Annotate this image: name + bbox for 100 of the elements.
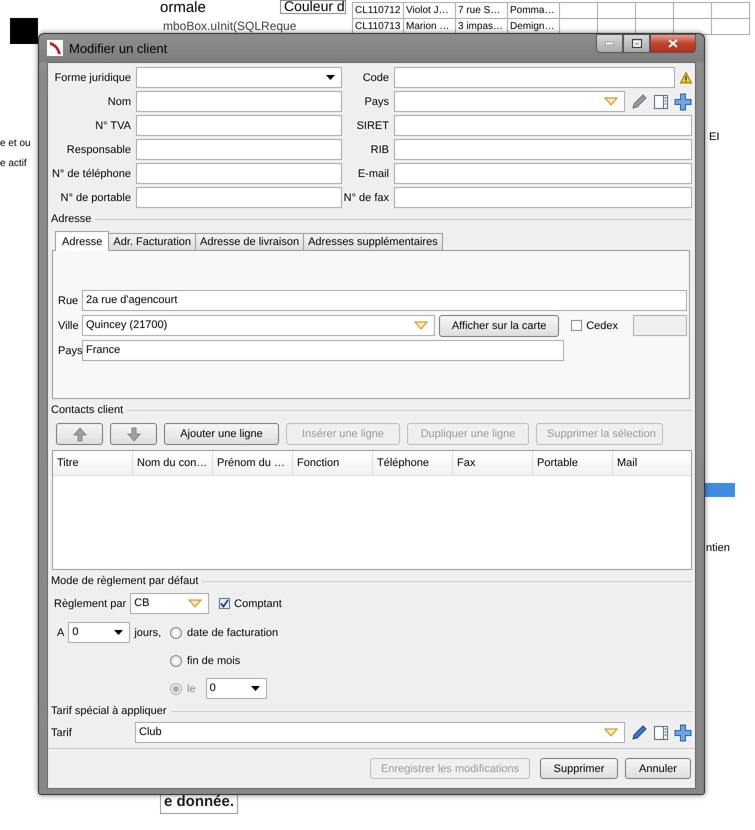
input-field[interactable] (394, 163, 692, 184)
table-cell: 7 rue S… (456, 3, 508, 18)
field-label: Pays (364, 96, 390, 108)
section-title: Mode de règlement par défaut (51, 575, 198, 587)
field-label: Règlement par (54, 598, 126, 610)
close-button[interactable] (650, 34, 696, 53)
radio-label: fin de mois (187, 654, 240, 666)
column-header[interactable]: Mail (613, 451, 691, 475)
dropdown-arrow-icon (604, 97, 618, 106)
table-cell: CL110712 (352, 3, 404, 18)
close-icon (668, 39, 678, 48)
map-button[interactable]: Afficher sur la carte (439, 314, 560, 336)
input-field[interactable] (394, 115, 692, 136)
field-label: N° de téléphone (51, 168, 132, 180)
move-down-button[interactable] (110, 423, 157, 445)
tab[interactable]: Adr. Facturation (108, 233, 196, 250)
column-header[interactable]: Téléphone (373, 451, 453, 475)
input-field[interactable] (136, 91, 342, 112)
tab[interactable]: Adresse de livraison (195, 233, 304, 250)
down-arrow-icon (126, 426, 140, 442)
input-field[interactable] (394, 187, 692, 208)
background-text: EI (709, 131, 720, 143)
dropdown-field[interactable]: CB (130, 593, 210, 614)
pencil-icon[interactable] (630, 724, 648, 742)
background-text: e et ou (0, 138, 32, 149)
dropdown-field[interactable]: 0 (206, 678, 267, 699)
plus-icon[interactable] (674, 92, 692, 110)
side-panel (10, 18, 38, 44)
checkbox-label: Comptant (234, 598, 282, 610)
column-header[interactable]: Fonction (293, 451, 373, 475)
field-label: Forme juridique (54, 72, 132, 84)
maximize-icon (632, 39, 642, 48)
dropdown-field[interactable] (394, 91, 625, 112)
background-text: e actif (0, 158, 28, 169)
input-field[interactable]: France (82, 340, 564, 361)
maximize-button[interactable] (623, 34, 650, 53)
dropdown-arrow-icon (414, 321, 428, 330)
column-header[interactable]: Prénom du … (213, 451, 293, 475)
tab[interactable]: Adresses supplémentaires (303, 233, 443, 250)
radio-label: date de facturation (187, 626, 278, 638)
table-cell: Pomma… (508, 3, 560, 18)
dropdown-arrow-icon (326, 75, 335, 80)
radio-button[interactable] (170, 654, 182, 666)
warning-icon (680, 72, 692, 84)
input-field[interactable] (394, 139, 692, 160)
field-label: Nom (106, 96, 132, 108)
field-label: N° de portable (60, 192, 132, 204)
section-title: Contacts client (51, 404, 124, 416)
dropdown-field[interactable]: Club (135, 722, 625, 743)
move-up-button[interactable] (56, 423, 103, 445)
column-header[interactable]: Titre (53, 451, 133, 475)
field-label: A (57, 626, 64, 638)
plus-icon[interactable] (674, 724, 692, 742)
column-header[interactable]: Fax (453, 451, 533, 475)
radio-button[interactable] (170, 626, 182, 638)
field-label: Tarif (51, 726, 73, 738)
panel-icon[interactable] (653, 94, 669, 110)
checkbox[interactable] (571, 320, 582, 331)
dropdown-field[interactable]: 0 (68, 622, 130, 643)
input-field[interactable] (394, 67, 675, 88)
field-label: N° TVA (94, 120, 132, 132)
field-label: E-mail (356, 168, 390, 180)
up-arrow-icon (72, 426, 86, 442)
tab[interactable]: Adresse (55, 231, 110, 251)
dropdown-arrow-icon (250, 686, 260, 691)
input-field[interactable] (633, 315, 687, 336)
toolbar-button[interactable]: Ajouter une ligne (164, 423, 279, 445)
field-label: SIRET (356, 120, 390, 132)
input-field[interactable] (136, 187, 342, 208)
dropdown-arrow-icon (188, 599, 202, 608)
minimize-button[interactable] (596, 34, 623, 53)
column-header[interactable]: Portable (533, 451, 613, 475)
dropdown-field[interactable] (136, 67, 342, 88)
input-field[interactable] (136, 163, 342, 184)
column-header[interactable]: Nom du con… (133, 451, 213, 475)
checkbox[interactable] (219, 598, 230, 609)
background-text: ormale (160, 0, 207, 16)
field-label: jours, (134, 626, 162, 638)
section-title: Tarif spécial à appliquer (51, 705, 167, 717)
dialog-button[interactable]: Annuler (625, 758, 691, 779)
pencil-icon[interactable] (630, 92, 648, 110)
dropdown-arrow-icon (114, 630, 124, 635)
app-logo-icon (47, 40, 63, 56)
field-label: Ville (58, 320, 78, 332)
check-icon (220, 599, 230, 608)
background-text: ntien (706, 542, 731, 554)
background-text: e donnée. (163, 793, 236, 810)
panel-icon[interactable] (653, 724, 669, 740)
dropdown-field[interactable]: Quincey (21700) (82, 315, 435, 336)
input-field[interactable] (136, 139, 342, 160)
window-title: Modifier un client (69, 40, 168, 56)
input-field[interactable]: 2a rue d'agencourt (82, 290, 687, 311)
dropdown-arrow-icon (604, 728, 618, 737)
section-title: Adresse (51, 213, 92, 225)
field-label: RIB (370, 144, 390, 156)
field-label: Responsable (66, 144, 132, 156)
input-field[interactable] (136, 115, 342, 136)
field-label: N° de fax (342, 192, 390, 204)
field-label: Code (362, 72, 390, 84)
dialog-button[interactable]: Supprimer (540, 758, 618, 779)
